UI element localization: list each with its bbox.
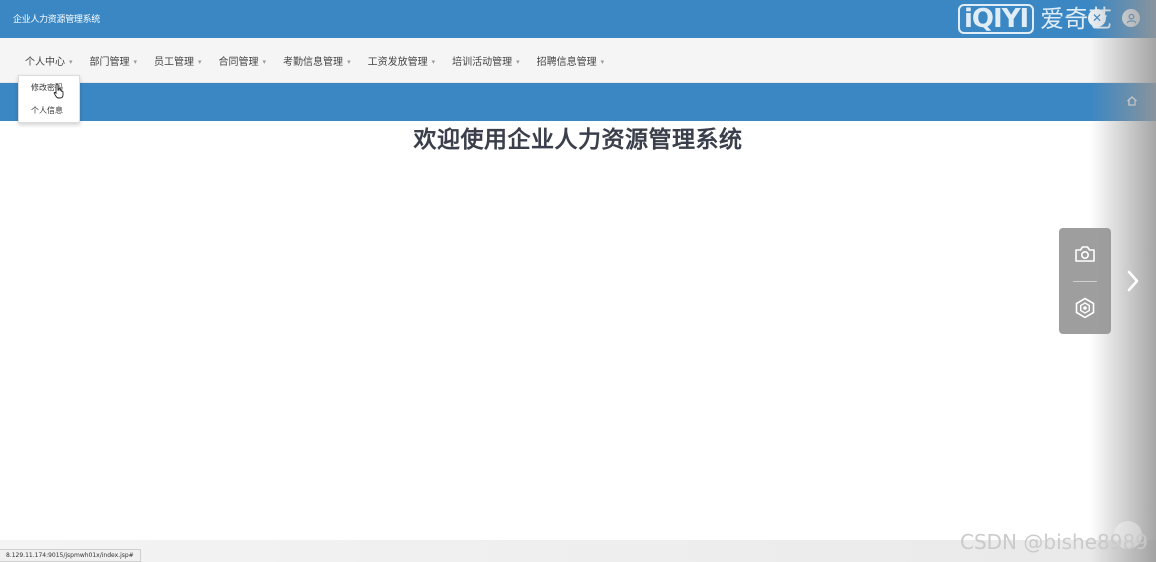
chevron-down-icon: ▾ bbox=[69, 58, 73, 66]
chevron-down-icon: ▾ bbox=[198, 58, 202, 66]
chevron-down-icon: ▾ bbox=[431, 58, 436, 66]
sub-header-bar bbox=[0, 83, 1156, 121]
dropdown-item-personal-info[interactable]: 个人信息 bbox=[19, 99, 79, 122]
nav-item-salary[interactable]: 工资发放管理 ▾ bbox=[368, 53, 436, 68]
nav-item-training[interactable]: 培训活动管理 ▾ bbox=[452, 53, 520, 68]
target-icon bbox=[1075, 297, 1095, 319]
main-nav-bar: 个人中心 ▾ 部门管理 ▾ 员工管理 ▾ 合同管理 ▾ 考勤信息管理 ▾ 工资发放管理 ▾ … bbox=[0, 38, 1156, 83]
nav-item-label: 员工管理 bbox=[154, 57, 195, 68]
welcome-heading: 欢迎使用企业人力资源管理系统 bbox=[413, 127, 743, 153]
app-title: 企业人力资源管理系统 bbox=[13, 15, 101, 25]
nav-item-label: 培训活动管理 bbox=[452, 57, 513, 68]
nav-item-employee[interactable]: 员工管理 ▾ bbox=[154, 53, 202, 68]
home-icon[interactable] bbox=[1126, 95, 1138, 107]
chevron-down-icon: ▾ bbox=[347, 58, 351, 66]
camera-icon bbox=[1075, 246, 1095, 262]
top-header-bar: 企业人力资源管理系统 iQIYI 爱奇艺 ✕ bbox=[0, 0, 1156, 38]
nav-item-attendance[interactable]: 考勤信息管理 ▾ bbox=[283, 53, 351, 68]
nav-item-personal-center[interactable]: 个人中心 ▾ bbox=[25, 53, 73, 68]
chevron-down-icon: ▾ bbox=[133, 58, 138, 66]
nav-item-label: 合同管理 bbox=[218, 57, 259, 68]
nav-item-recruitment[interactable]: 招聘信息管理 ▾ bbox=[537, 53, 605, 68]
personal-center-dropdown: 修改密码 个人信息 bbox=[18, 75, 80, 123]
nav-item-label: 考勤信息管理 bbox=[283, 57, 344, 68]
player-floating-panel bbox=[1059, 228, 1111, 334]
screenshot-button[interactable] bbox=[1059, 228, 1111, 280]
user-menu-button[interactable] bbox=[1122, 9, 1140, 27]
csdn-watermark: CSDN @bishe8989 bbox=[960, 530, 1148, 554]
chevron-down-icon: ▾ bbox=[516, 58, 520, 66]
hand-cursor-icon bbox=[53, 83, 64, 99]
dropdown-item-change-password[interactable]: 修改密码 bbox=[19, 76, 79, 99]
nav-item-label: 个人中心 bbox=[25, 57, 65, 68]
user-icon bbox=[1126, 13, 1136, 23]
chevron-right-icon[interactable] bbox=[1124, 268, 1142, 294]
nav-item-department[interactable]: 部门管理 ▾ bbox=[90, 53, 138, 68]
nav-item-label: 部门管理 bbox=[89, 57, 130, 68]
chevron-down-icon: ▾ bbox=[262, 58, 267, 66]
chevron-down-icon: ▾ bbox=[600, 58, 605, 66]
brand-logo-latin: iQIYI bbox=[958, 4, 1035, 34]
close-button[interactable]: ✕ bbox=[1088, 9, 1106, 27]
nav-item-label: 工资发放管理 bbox=[367, 57, 428, 68]
browser-status-url: 8.129.11.174:9015/jspmwh01x/index.jsp# bbox=[0, 549, 141, 562]
nav-item-contract[interactable]: 合同管理 ▾ bbox=[219, 53, 267, 68]
nav-menu: 个人中心 ▾ 部门管理 ▾ 员工管理 ▾ 合同管理 ▾ 考勤信息管理 ▾ 工资发放管理 ▾ … bbox=[14, 53, 621, 68]
close-icon: ✕ bbox=[1091, 11, 1103, 25]
nav-item-label: 招聘信息管理 bbox=[536, 57, 597, 68]
focus-button[interactable] bbox=[1059, 282, 1111, 334]
